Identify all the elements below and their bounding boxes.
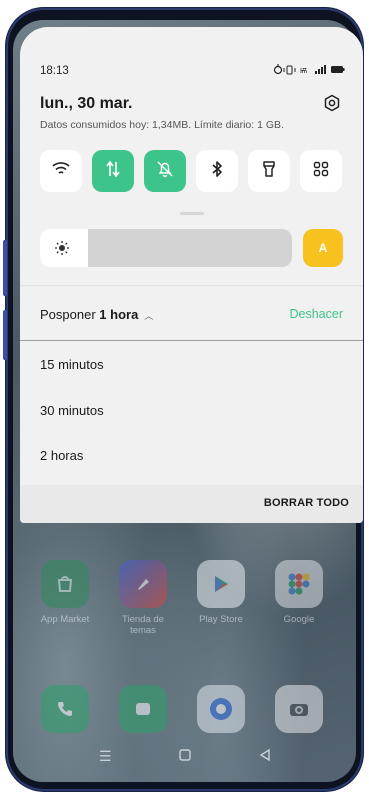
tile-mobile-data[interactable] [92,150,134,192]
browser-icon [197,685,245,733]
volte-icon: Ѭ [300,68,308,75]
theme-store-icon [119,560,167,608]
camera-app[interactable] [269,685,329,733]
app-market-app[interactable]: App Market [35,560,95,625]
back-nav-icon[interactable] [259,748,271,764]
quick-tiles-row [40,150,343,192]
wifi-icon [52,161,70,182]
settings-gear-icon[interactable] [323,94,341,112]
status-time: 18:13 [40,65,69,77]
bell-off-icon [156,160,174,183]
play-store-app[interactable]: Play Store [191,560,251,625]
app-market-icon [41,560,89,608]
date-label: lun., 30 mar. [40,95,133,112]
app-label: Play Store [199,614,243,625]
svg-text:Ѭ: Ѭ [300,68,308,75]
app-label: App Market [40,614,90,625]
snooze-prefix: Posponer [40,307,96,322]
battery-icon [331,66,345,73]
data-arrows-icon [105,160,121,183]
tile-wifi[interactable] [40,150,82,192]
google-folder-icon [275,560,323,608]
divider [20,285,363,286]
volume-button-2 [3,310,7,360]
phone-icon [41,685,89,733]
messages-app[interactable] [113,685,173,733]
undo-button[interactable]: Deshacer [290,307,344,321]
chevron-up-icon: ︿ [144,311,154,321]
snooze-option[interactable]: 15 minutos [40,357,104,372]
google-folder-app[interactable]: Google [269,560,329,625]
sun-icon [54,240,70,261]
tile-edit[interactable] [300,150,342,192]
messages-icon [119,685,167,733]
volume-button [3,240,7,296]
grid-icon [313,161,329,182]
phone-app[interactable] [35,685,95,733]
theme-store-app[interactable]: Tienda de temas [113,560,173,636]
snooze-header[interactable]: Posponer 1 hora ︿ [40,307,153,322]
panel-drag-handle[interactable] [180,212,204,215]
divider [20,340,363,341]
bluetooth-icon [210,160,224,183]
snooze-option[interactable]: 2 horas [40,448,83,463]
app-label: Tienda de temas [122,614,164,636]
status-icons: Ѭ [273,64,345,78]
vibrate-icon [283,65,296,75]
flashlight-icon [262,160,276,183]
data-usage-text: Datos consumidos hoy: 1,34MB. Límite dia… [40,119,284,131]
brightness-slider[interactable] [40,229,292,267]
notification-panel: 18:13 Ѭ lun., 30 mar. Datos consumidos h… [20,27,363,523]
home-nav-icon[interactable] [179,748,191,764]
tile-do-not-disturb[interactable] [144,150,186,192]
clear-all-button[interactable]: BORRAR TODO [264,497,349,509]
tile-flashlight[interactable] [248,150,290,192]
snooze-selected: 1 hora [99,307,139,322]
navigation-bar: ☰ [13,742,356,770]
menu-nav-icon[interactable]: ☰ [99,748,112,765]
panel-footer: BORRAR TODO [20,485,363,523]
app-label: Google [283,614,315,625]
alarm-icon [273,64,283,75]
play-store-icon [197,560,245,608]
signal-4g-icon [315,65,326,74]
browser-app[interactable] [191,685,251,733]
camera-icon [275,685,323,733]
snooze-option[interactable]: 30 minutos [40,403,104,418]
tile-bluetooth[interactable] [196,150,238,192]
auto-brightness-button[interactable]: A [303,229,343,267]
